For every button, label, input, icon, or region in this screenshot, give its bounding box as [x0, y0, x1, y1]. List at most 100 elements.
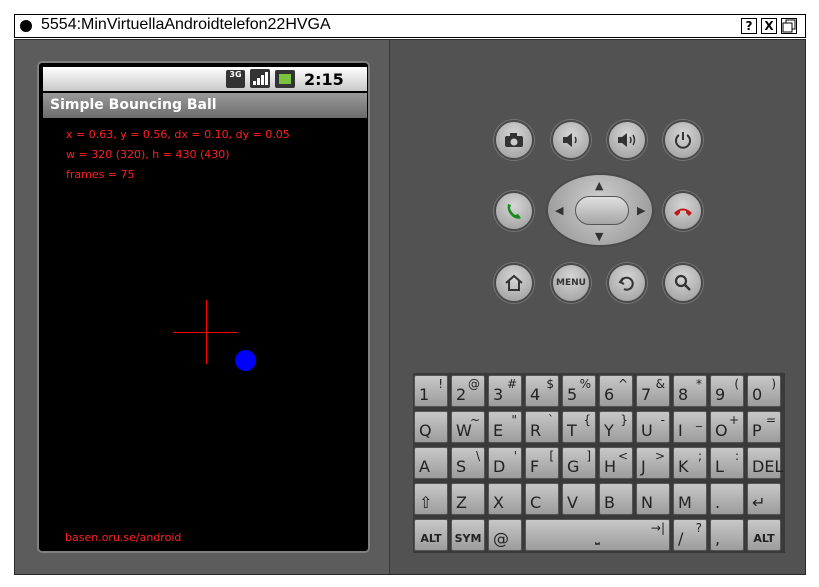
- key-3-9[interactable]: ↵: [747, 483, 781, 515]
- key-0-1[interactable]: 2 @: [451, 375, 485, 407]
- key-0-4[interactable]: 5%: [562, 375, 596, 407]
- dpad-left-icon[interactable]: ◀: [555, 204, 563, 217]
- dpad[interactable]: ▲ ▼ ◀ ▶: [546, 173, 654, 247]
- key-label: T: [567, 421, 577, 440]
- power-button[interactable]: [663, 120, 703, 160]
- key-label: L: [715, 457, 724, 476]
- key-1-5[interactable]: Y}: [599, 411, 633, 443]
- key-label: ⎵: [595, 532, 600, 545]
- sym-key[interactable]: SYM: [451, 519, 485, 551]
- key-0-7[interactable]: 8 *: [673, 375, 707, 407]
- key-2-9[interactable]: DEL: [747, 447, 783, 479]
- key-1-7[interactable]: I _: [673, 411, 707, 443]
- key-alt-label: }: [620, 413, 628, 427]
- key-alt-label: ': [513, 449, 517, 463]
- key-1-6[interactable]: U-: [636, 411, 670, 443]
- key-2-1[interactable]: S \: [451, 447, 485, 479]
- key-label: K: [678, 457, 689, 476]
- key-0-3[interactable]: 4 $: [525, 375, 559, 407]
- dpad-right-icon[interactable]: ▶: [637, 204, 645, 217]
- key-alt-label: [: [549, 449, 554, 463]
- key-alt-label: !: [438, 377, 443, 391]
- bouncing-ball: [235, 350, 256, 371]
- key-1-2[interactable]: E ": [488, 411, 522, 443]
- window-menu-icon[interactable]: [20, 20, 32, 32]
- comma-key[interactable]: ,: [710, 519, 744, 551]
- call-button[interactable]: [494, 191, 534, 231]
- key-label: V: [567, 493, 578, 512]
- key-3-4[interactable]: V: [562, 483, 596, 515]
- key-2-6[interactable]: J >: [636, 447, 670, 479]
- ball-canvas[interactable]: x = 0.63, y = 0.56, dx = 0.10, dy = 0.05…: [43, 118, 367, 550]
- back-button[interactable]: [607, 263, 647, 303]
- key-3-5[interactable]: B: [599, 483, 633, 515]
- key-0-5[interactable]: 6 ^: [599, 375, 633, 407]
- key-3-7[interactable]: M: [673, 483, 707, 515]
- help-button[interactable]: ?: [741, 18, 757, 34]
- footer-url: basen.oru.se/android: [65, 531, 182, 544]
- key-label: /: [678, 529, 684, 548]
- key-label: ↵: [752, 493, 766, 512]
- end-call-button[interactable]: [663, 191, 703, 231]
- key-3-8[interactable]: .: [710, 483, 744, 515]
- title-bar: 5554:MinVirtuellaAndroidtelefon22HVGA ? …: [14, 14, 806, 38]
- key-alt-label: %: [579, 377, 591, 391]
- key-3-6[interactable]: N: [636, 483, 670, 515]
- key-3-0[interactable]: ⇧: [414, 483, 448, 515]
- back-icon: [618, 276, 634, 291]
- hardware-controls-panel: ▲ ▼ ◀ ▶ MENU 1! 2 @3 #4 $5% 6 ^ 7 & 8 * 9(0) Q W ~ E ": [391, 40, 805, 574]
- key-label: R: [530, 421, 542, 440]
- key-2-2[interactable]: D ': [488, 447, 522, 479]
- dpad-up-icon[interactable]: ▲: [595, 179, 603, 192]
- key-1-1[interactable]: W ~: [451, 411, 485, 443]
- key-2-4[interactable]: G]: [562, 447, 596, 479]
- menu-button[interactable]: MENU: [551, 263, 591, 303]
- key-2-0[interactable]: A: [414, 447, 448, 479]
- volume-down-button[interactable]: [551, 120, 591, 160]
- key-label: J: [641, 457, 646, 476]
- key-0-6[interactable]: 7 &: [636, 375, 670, 407]
- key-label: M: [678, 493, 692, 512]
- key-0-0[interactable]: 1!: [414, 375, 448, 407]
- slash-key[interactable]: /?: [673, 519, 707, 551]
- maximize-button[interactable]: [781, 18, 797, 34]
- key-alt-label: _: [696, 413, 702, 427]
- space-key[interactable]: ⎵ →|: [525, 519, 670, 551]
- key-2-5[interactable]: H <: [599, 447, 633, 479]
- home-button[interactable]: [494, 263, 534, 303]
- search-button[interactable]: [663, 263, 703, 303]
- at-key[interactable]: @: [488, 519, 522, 551]
- dpad-center-button[interactable]: [575, 196, 629, 225]
- key-3-1[interactable]: Z: [451, 483, 485, 515]
- key-2-3[interactable]: F[: [525, 447, 559, 479]
- key-2-7[interactable]: K;: [673, 447, 707, 479]
- key-1-4[interactable]: T{: [562, 411, 596, 443]
- alt-right-key[interactable]: ALT: [747, 519, 781, 551]
- volume-down-icon: [563, 133, 577, 147]
- key-label: N: [641, 493, 653, 512]
- volume-up-button[interactable]: [607, 120, 647, 160]
- key-1-8[interactable]: O +: [710, 411, 744, 443]
- key-1-0[interactable]: Q: [414, 411, 448, 443]
- dpad-down-icon[interactable]: ▼: [595, 230, 603, 243]
- phone-screen[interactable]: 3G 2:15 PM Simple Bouncing Ball x =: [37, 61, 370, 553]
- camera-button[interactable]: [494, 120, 534, 160]
- key-1-9[interactable]: P =: [747, 411, 781, 443]
- key-label: ALT: [753, 532, 775, 545]
- key-label: 0: [752, 385, 763, 404]
- key-0-8[interactable]: 9(: [710, 375, 744, 407]
- key-label: Z: [456, 493, 467, 512]
- key-alt-label: <: [617, 449, 628, 463]
- key-0-2[interactable]: 3 #: [488, 375, 522, 407]
- key-label: 9: [715, 385, 726, 404]
- key-label: U: [641, 421, 653, 440]
- key-2-8[interactable]: L:: [710, 447, 744, 479]
- key-alt-label: ?: [695, 521, 702, 535]
- key-alt-label: ;: [697, 449, 702, 463]
- alt-left-key[interactable]: ALT: [414, 519, 448, 551]
- key-3-3[interactable]: C: [525, 483, 559, 515]
- key-1-3[interactable]: R `: [525, 411, 559, 443]
- key-3-2[interactable]: X: [488, 483, 522, 515]
- close-button[interactable]: X: [761, 18, 777, 34]
- key-0-9[interactable]: 0): [747, 375, 781, 407]
